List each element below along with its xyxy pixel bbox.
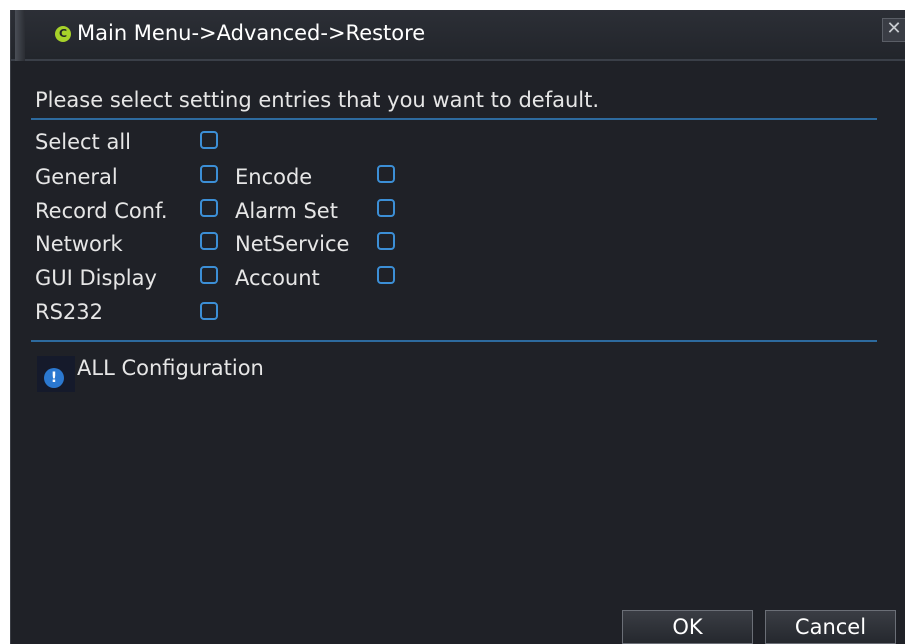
divider-top <box>31 118 877 120</box>
ok-button[interactable]: OK <box>622 610 753 644</box>
title-bar-grip <box>15 10 25 61</box>
entry-label-encode: Encode <box>235 165 313 189</box>
info-message: ALL Configuration <box>77 356 264 380</box>
select-all-checkbox[interactable] <box>200 131 218 149</box>
entry-label-rs232: RS232 <box>35 300 104 324</box>
info-icon: ! <box>44 368 64 388</box>
entry-label-account: Account <box>235 266 320 290</box>
checkbox-gui-display[interactable] <box>200 266 218 284</box>
instruction-text: Please select setting entries that you w… <box>35 88 600 112</box>
checkbox-record-conf[interactable] <box>200 199 218 217</box>
breadcrumb-title: Main Menu->Advanced->Restore <box>77 21 426 45</box>
checkbox-account[interactable] <box>377 266 395 284</box>
checkbox-rs232[interactable] <box>200 302 218 320</box>
entry-label-record-conf: Record Conf. <box>35 199 168 223</box>
entry-label-alarm-set: Alarm Set <box>235 199 338 223</box>
divider-bottom <box>31 340 877 342</box>
select-all-label: Select all <box>35 130 131 154</box>
cancel-button[interactable]: Cancel <box>765 610 896 644</box>
close-button[interactable]: ✕ <box>882 18 905 42</box>
info-badge: ! <box>37 356 75 392</box>
entry-label-general: General <box>35 165 118 189</box>
entry-label-gui-display: GUI Display <box>35 266 157 290</box>
restore-dialog: C Main Menu->Advanced->Restore ✕ Please … <box>10 10 905 644</box>
checkbox-general[interactable] <box>200 165 218 183</box>
app-logo-icon: C <box>55 26 71 42</box>
checkbox-netservice[interactable] <box>377 232 395 250</box>
close-icon: ✕ <box>886 18 902 39</box>
entry-label-network: Network <box>35 232 123 256</box>
checkbox-encode[interactable] <box>377 165 395 183</box>
title-bar: C Main Menu->Advanced->Restore ✕ <box>11 10 905 61</box>
checkbox-alarm-set[interactable] <box>377 199 395 217</box>
entry-label-netservice: NetService <box>235 232 350 256</box>
checkbox-network[interactable] <box>200 232 218 250</box>
